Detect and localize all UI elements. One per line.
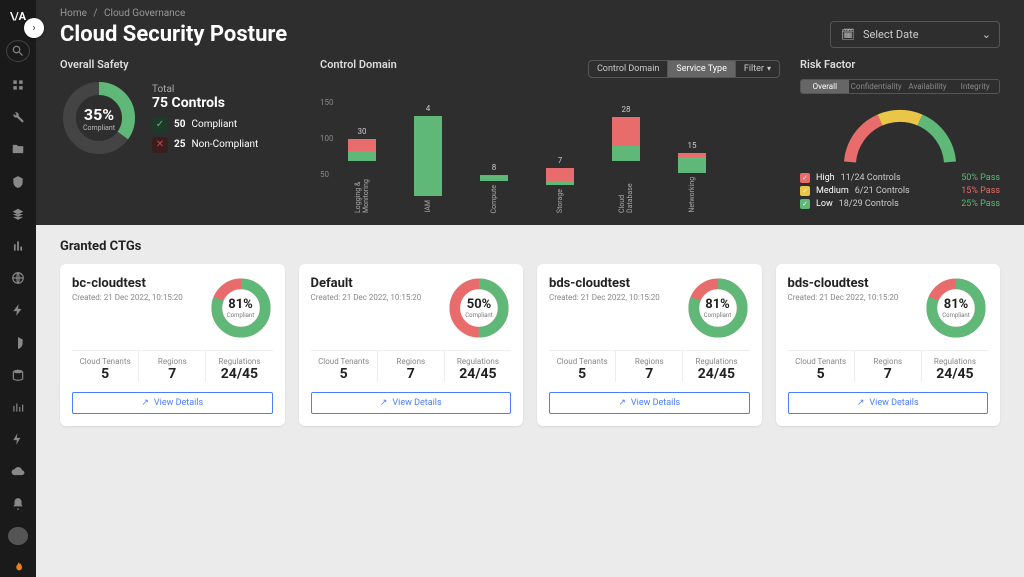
risk-row: ✓High11/24 Controls50% Pass (800, 173, 1000, 183)
ctg-card: bds-cloudtest Created: 21 Dec 2022, 10:1… (537, 264, 762, 426)
overall-safety-panel: Overall Safety 35% Compliant Total 75 Co… (60, 58, 300, 157)
database-icon[interactable] (8, 366, 28, 384)
card-donut: 50%Compliant (447, 276, 511, 340)
chevron-down-icon: ▾ (767, 64, 771, 73)
chart-bar: 30 Logging & Monitoring (344, 139, 380, 213)
breadcrumb-current[interactable]: Cloud Governance (104, 8, 185, 19)
shield-check-icon: ✓ (152, 117, 168, 133)
seg-filter[interactable]: Filter▾ (736, 61, 779, 77)
external-link-icon: ↗ (380, 398, 388, 408)
zap-icon[interactable] (8, 430, 28, 448)
card-created: Created: 21 Dec 2022, 10:15:20 (311, 293, 422, 302)
view-details-button[interactable]: ↗View Details (788, 392, 989, 414)
shield-icon[interactable] (8, 173, 28, 191)
breadcrumb: Home / Cloud Governance (60, 8, 1000, 19)
ctg-card: bds-cloudtest Created: 21 Dec 2022, 10:1… (776, 264, 1001, 426)
noncompliant-row: ✕ 25 Non-Compliant (152, 137, 258, 153)
card-name: Default (311, 276, 422, 291)
chart-bar: 4 IAM (410, 116, 446, 213)
tab-confidentiality[interactable]: Confidentiality (849, 80, 904, 93)
overall-safety-donut: 35% Compliant (60, 79, 138, 157)
page-title: Cloud Security Posture (60, 22, 287, 47)
calendar-icon: 🗓 (841, 28, 855, 41)
bolt-icon[interactable] (8, 301, 28, 319)
card-donut: 81%Compliant (686, 276, 750, 340)
external-link-icon: ↗ (618, 398, 626, 408)
bar-chart-icon[interactable] (8, 237, 28, 255)
compliant-row: ✓ 50 Compliant (152, 117, 258, 133)
search-icon[interactable] (6, 40, 30, 62)
view-details-button[interactable]: ↗View Details (549, 392, 750, 414)
sidebar-nav: \/A (0, 0, 36, 577)
seg-control-domain[interactable]: Control Domain (589, 61, 668, 77)
folder-icon[interactable] (8, 140, 28, 158)
card-created: Created: 21 Dec 2022, 10:15:20 (788, 293, 899, 302)
shield-x-icon: ✕ (152, 137, 168, 153)
flame-icon[interactable] (8, 559, 28, 577)
select-date-button[interactable]: 🗓 Select Date ⌄ (830, 21, 1000, 48)
tab-availability[interactable]: Availability (904, 80, 952, 93)
view-details-button[interactable]: ↗View Details (72, 392, 273, 414)
tab-overall[interactable]: Overall (801, 80, 849, 93)
layers-icon[interactable] (8, 205, 28, 223)
tab-integrity[interactable]: Integrity (951, 80, 999, 93)
card-name: bds-cloudtest (549, 276, 660, 291)
chart-segment-group: Control Domain Service Type Filter▾ (588, 60, 780, 78)
ctg-card: Default Created: 21 Dec 2022, 10:15:20 5… (299, 264, 524, 426)
user-avatar[interactable] (8, 527, 28, 545)
half-shield-icon[interactable] (8, 334, 28, 352)
chart-bar: 8 Compute (476, 175, 512, 213)
risk-factor-panel: Risk Factor Overall Confidentiality Avai… (800, 58, 1000, 209)
card-created: Created: 21 Dec 2022, 10:15:20 (72, 293, 183, 302)
globe-icon[interactable] (8, 269, 28, 287)
card-created: Created: 21 Dec 2022, 10:15:20 (549, 293, 660, 302)
breadcrumb-home[interactable]: Home (60, 8, 87, 19)
bars-icon[interactable] (8, 398, 28, 416)
dashboard-icon[interactable] (8, 76, 28, 94)
card-name: bds-cloudtest (788, 276, 899, 291)
card-name: bc-cloudtest (72, 276, 183, 291)
seg-service-type[interactable]: Service Type (668, 61, 735, 77)
risk-row: ✓Medium6/21 Controls15% Pass (800, 186, 1000, 196)
chevron-down-icon: ⌄ (982, 28, 991, 41)
chart-bar: 15 Networking (674, 153, 710, 213)
external-link-icon: ↗ (857, 398, 865, 408)
card-donut: 81%Compliant (209, 276, 273, 340)
sidebar-expand-button[interactable]: › (24, 18, 44, 38)
risk-row: ✓Low18/29 Controls25% Pass (800, 199, 1000, 209)
external-link-icon: ↗ (141, 398, 149, 408)
cloud-icon[interactable] (8, 462, 28, 480)
card-donut: 81%Compliant (924, 276, 988, 340)
ctg-card: bc-cloudtest Created: 21 Dec 2022, 10:15… (60, 264, 285, 426)
view-details-button[interactable]: ↗View Details (311, 392, 512, 414)
granted-ctgs-title: Granted CTGs (60, 239, 1000, 254)
wrench-icon[interactable] (8, 108, 28, 126)
bell-icon[interactable] (8, 494, 28, 512)
control-domain-panel: Control Domain Control Domain Service Ty… (320, 58, 780, 213)
chart-bar: 28 Cloud Database (608, 117, 644, 213)
chart-bar: 7 Storage (542, 168, 578, 213)
risk-gauge (835, 102, 965, 167)
